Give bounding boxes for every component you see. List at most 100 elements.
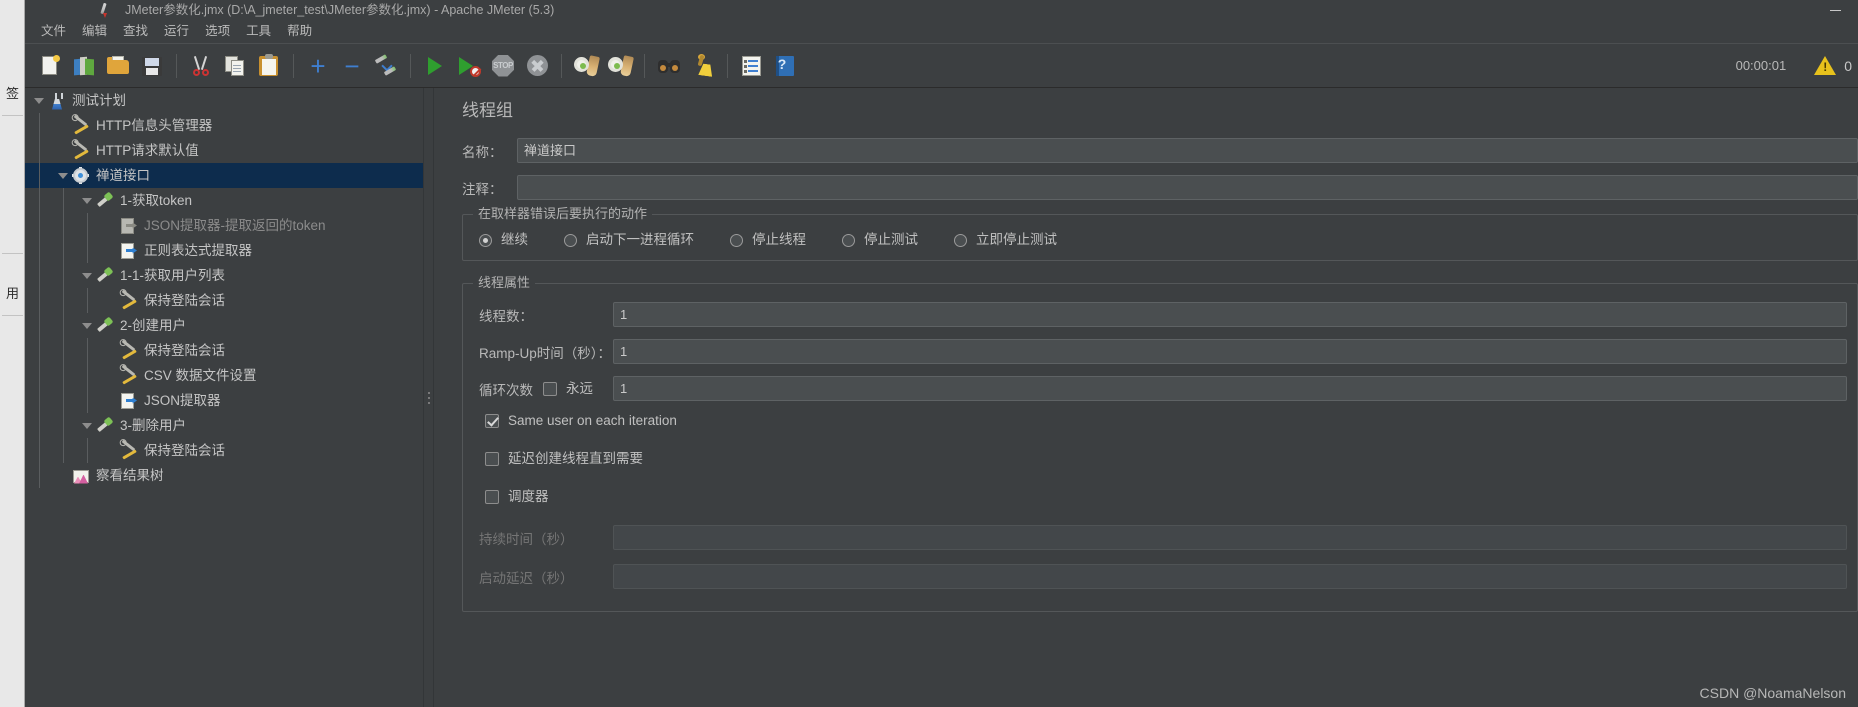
radio-button[interactable] (564, 233, 577, 247)
config-wrench-icon (120, 439, 138, 460)
warning-indicator[interactable]: 0 (1814, 56, 1852, 75)
toolbar-start-no-pauses[interactable] (452, 49, 486, 83)
toolbar-open[interactable] (101, 49, 135, 83)
clear-gear-icon (574, 54, 600, 78)
toolbar-start[interactable] (418, 49, 452, 83)
config-wrench-icon (72, 114, 90, 135)
config-wrench-icon (120, 339, 138, 360)
toolbar-templates[interactable] (67, 49, 101, 83)
tree-node[interactable]: 保持登陆会话 (25, 288, 423, 313)
name-input[interactable]: 禅道接口 (517, 138, 1858, 163)
menu-tools[interactable]: 工具 (238, 21, 279, 42)
toolbar-reset-search[interactable] (686, 49, 720, 83)
toolbar-expand-all[interactable]: + (301, 49, 335, 83)
duration-row: 持续时间（秒） (473, 525, 1847, 550)
error-action-option[interactable]: 启动下一进程循环 (564, 232, 694, 248)
scheduler-row[interactable]: 调度器 (473, 489, 1847, 505)
error-action-option[interactable]: 立即停止测试 (954, 232, 1057, 248)
tree-node[interactable]: 2-创建用户 (25, 313, 423, 338)
delayed-start-row[interactable]: 延迟创建线程直到需要 (473, 451, 1847, 467)
tree-node[interactable]: 1-获取token (25, 188, 423, 213)
radio-button[interactable] (479, 233, 492, 247)
tree-node[interactable]: HTTP信息头管理器 (25, 113, 423, 138)
left-dock-strip: 签 用 (0, 0, 25, 707)
menu-file[interactable]: 文件 (33, 21, 74, 42)
duration-input[interactable] (613, 525, 1847, 550)
side-tab-bookmark[interactable]: 签 (0, 86, 25, 102)
toolbar-toggle[interactable] (369, 49, 403, 83)
toolbar-save[interactable] (135, 49, 169, 83)
tree-twisty-expanded-icon[interactable] (81, 194, 94, 207)
tree-node[interactable]: 保持登陆会话 (25, 338, 423, 363)
num-threads-input[interactable]: 1 (613, 302, 1847, 327)
menu-options[interactable]: 选项 (197, 21, 238, 42)
loop-count-input[interactable]: 1 (613, 376, 1847, 401)
tree-node[interactable]: 测试计划 (25, 88, 423, 113)
tree-node[interactable]: 正则表达式提取器 (25, 238, 423, 263)
toolbar-stop[interactable]: STOP (486, 49, 520, 83)
sampler-pipette-icon (96, 266, 114, 285)
tree-twisty-expanded-icon[interactable] (33, 94, 46, 107)
toolbar-collapse-all[interactable]: − (335, 49, 369, 83)
tree-node[interactable]: 3-删除用户 (25, 413, 423, 438)
tree-node[interactable]: 1-1-获取用户列表 (25, 263, 423, 288)
tree-node[interactable]: 禅道接口 (25, 163, 423, 188)
error-action-option[interactable]: 继续 (479, 232, 528, 248)
test-plan-tree-panel[interactable]: 测试计划 HTTP信息头管理器 HTTP请求默认值 禅道接口 1-获取token JSON… (25, 88, 423, 707)
tree-twisty-expanded-icon[interactable] (81, 269, 94, 282)
tree-node[interactable]: HTTP请求默认值 (25, 138, 423, 163)
side-tab-usage[interactable]: 用 (0, 286, 25, 302)
tree-node[interactable]: JSON提取器 (25, 388, 423, 413)
toolbar-search[interactable] (652, 49, 686, 83)
splitter-grip[interactable] (427, 391, 430, 404)
toolbar-clear[interactable] (569, 49, 603, 83)
config-wrench-icon (72, 139, 90, 160)
forever-checkbox[interactable] (543, 381, 557, 396)
startup-delay-input[interactable] (613, 564, 1847, 589)
minimize-button[interactable] (1812, 0, 1858, 20)
radio-button[interactable] (842, 233, 855, 247)
tree-twisty-expanded-icon[interactable] (81, 319, 94, 332)
menu-edit[interactable]: 编辑 (74, 21, 115, 42)
tree-node[interactable]: 察看结果树 (25, 463, 423, 488)
config-wrench-icon (72, 139, 90, 160)
rampup-input[interactable]: 1 (613, 339, 1847, 364)
toolbar-new[interactable] (33, 49, 67, 83)
toolbar-copy[interactable] (218, 49, 252, 83)
tree-node[interactable]: 保持登陆会话 (25, 438, 423, 463)
radio-button[interactable] (954, 233, 967, 247)
tree-node[interactable]: JSON提取器-提取返回的token (25, 213, 423, 238)
toolbar-clear-all[interactable] (603, 49, 637, 83)
toolbar-cut[interactable] (184, 49, 218, 83)
menu-help[interactable]: 帮助 (279, 21, 320, 42)
delayed-start-checkbox[interactable] (485, 452, 499, 466)
toolbar-divider (293, 53, 294, 78)
forever-checkbox-wrap[interactable]: 永远 (543, 381, 613, 397)
error-action-option-label: 停止线程 (752, 232, 806, 247)
scheduler-checkbox[interactable] (485, 490, 499, 504)
warning-triangle-icon (1814, 56, 1837, 75)
toolbar-shutdown[interactable] (520, 49, 554, 83)
tree-twisty-none (105, 444, 118, 457)
tree-twisty-none (105, 244, 118, 257)
menu-run[interactable]: 运行 (156, 21, 197, 42)
tree-twisty-expanded-icon[interactable] (57, 169, 70, 182)
same-user-row[interactable]: Same user on each iteration (473, 413, 1847, 429)
config-wrench-icon (120, 364, 138, 385)
toolbar-function-helper[interactable] (735, 49, 769, 83)
error-action-option[interactable]: 停止测试 (842, 232, 918, 248)
tree-twisty-expanded-icon[interactable] (81, 419, 94, 432)
radio-button[interactable] (730, 233, 743, 247)
sampler-error-action-title: 在取样器错误后要执行的动作 (473, 206, 653, 222)
menu-search[interactable]: 查找 (115, 21, 156, 42)
toolbar-help[interactable]: ? (769, 49, 803, 83)
same-user-checkbox[interactable] (485, 414, 499, 428)
toolbar-paste[interactable] (252, 49, 286, 83)
post-processor-icon (120, 217, 138, 235)
comment-input[interactable] (517, 175, 1858, 200)
tree-node-label: 保持登陆会话 (144, 292, 225, 308)
tree-node[interactable]: CSV 数据文件设置 (25, 363, 423, 388)
panel-splitter[interactable] (423, 88, 434, 707)
tree-twisty-none (105, 294, 118, 307)
error-action-option[interactable]: 停止线程 (730, 232, 806, 248)
